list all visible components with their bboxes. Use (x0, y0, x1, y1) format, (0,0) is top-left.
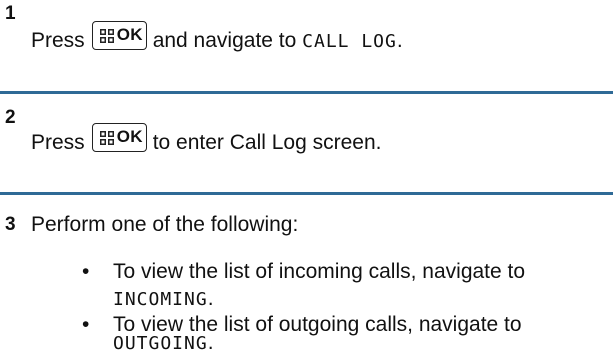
bullet-incoming-item: INCOMING. (113, 286, 214, 314)
step-1-text: Press OK and navigate to CALL LOG. (31, 21, 403, 55)
step-number: 3 (5, 214, 16, 235)
step-1-suffix: and navigate to (152, 29, 297, 52)
step-divider (0, 91, 613, 94)
step-2-suffix: to enter Call Log screen. (152, 131, 382, 154)
menu-grid-icon (99, 29, 114, 43)
period: . (396, 29, 403, 52)
bullet-marker: • (82, 313, 90, 336)
menu-item-call-log: CALL LOG (302, 31, 397, 52)
step-3-text: Perform one of the following: (31, 213, 299, 236)
menu-ok-key: OK (91, 21, 147, 50)
press-word: Press (31, 29, 85, 52)
ok-key-label: OK (116, 25, 143, 44)
bullet-marker: • (82, 260, 90, 283)
step-divider (0, 192, 613, 195)
period: . (207, 287, 214, 310)
bullet-text-incoming: To view the list of incoming calls, navi… (113, 260, 526, 283)
ok-key-label: OK (116, 127, 143, 146)
menu-item-outgoing: OUTGOING (113, 333, 208, 354)
menu-ok-key: OK (91, 123, 147, 152)
step-number: 1 (5, 3, 16, 24)
menu-grid-icon (99, 131, 114, 145)
bullet-outgoing-item: OUTGOING. (113, 330, 214, 358)
step-number: 2 (5, 107, 16, 128)
press-word: Press (31, 131, 85, 154)
menu-item-incoming: INCOMING (113, 289, 208, 310)
period: . (207, 331, 214, 354)
step-2-text: Press OK to enter Call Log screen. (31, 123, 381, 156)
